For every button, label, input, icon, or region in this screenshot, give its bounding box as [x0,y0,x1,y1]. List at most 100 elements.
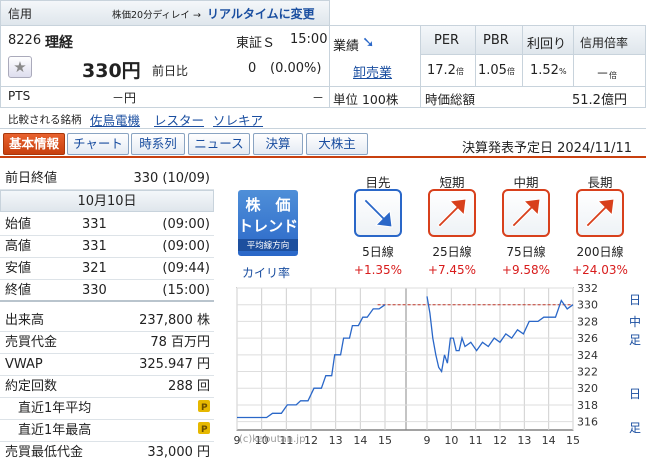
trend-pct-1: +1.35% [353,263,403,277]
y-tick-label: 322 [577,366,598,379]
yield-header: 利回り [527,37,567,52]
chart-side-label: 日 [629,293,641,307]
x-tick-label: 12 [304,434,318,447]
star-icon: ★ [13,58,27,76]
prev-close-label: 前日終値 [5,171,58,186]
min-trade-row: 売買最低代金 33,000 円 [0,442,214,461]
pts-value: －円 [112,91,137,105]
tab-results[interactable]: 決算 [253,133,303,155]
tab-shareholders[interactable]: 大株主 [306,133,368,155]
compare-item-1[interactable]: 佐鳥電機 [90,110,140,129]
sector-link[interactable]: 卸売業 [353,62,392,81]
trend-arrow-box-3[interactable] [502,189,550,237]
change-pct: (0.00%) [270,61,322,76]
y-tick-label: 316 [577,416,598,429]
arrow-up-right-icon [585,198,615,228]
trend-ma-1: 5日線 [362,245,394,259]
trend-arrow-box-1[interactable] [354,189,402,237]
y-tick-label: 328 [577,315,598,328]
stat-row-turnover: 売買代金 78 百万円 [0,332,214,354]
price-time: 15:00 [290,32,328,47]
date-header-row: 10月10日 [0,190,214,212]
compare-label: 比較される銘柄 [8,114,82,126]
margin-value: －倍 [596,67,618,82]
left-table: 前日終値 330 (10/09) 10月10日 始値 331 (09:00) 高… [0,168,215,461]
chart-side-label: 足 [629,421,641,435]
x-tick-label: 15 [566,434,580,447]
delay-text: 株価20分ディレイ → [112,10,201,21]
trend-pct-2: +7.45% [427,263,477,277]
trend-ma-4: 200日線 [576,245,624,259]
realtime-link[interactable]: リアルタイムに変更 [207,5,315,22]
trend-ma-2: 25日線 [432,245,472,259]
ohlc-row-close: 終値 330 (15:00) [0,280,214,302]
ohlc-row-low: 安値 321 (09:44) [0,258,214,280]
unit-label: 単位 100株 [333,92,399,107]
trend-pct-4: +24.03% [572,263,628,277]
favorite-button[interactable]: ★ [8,56,32,78]
chart-side-label: 中 [629,314,641,329]
gyoseki-arrow-icon[interactable]: ➘ [362,33,375,51]
x-tick-label: 10 [444,434,458,447]
compare-item-2[interactable]: レスター [154,110,204,129]
pbr-value: 1.05倍 [478,63,515,78]
market-cap-label: 時価総額 [425,92,476,107]
tab-news[interactable]: ニュース [188,133,250,155]
kairi-label: カイリ率 [242,266,291,280]
arrow-up-right-icon [511,198,541,228]
trend-logo[interactable]: 株 価 トレンド 平均線方向 [238,190,298,256]
y-tick-label: 326 [577,332,598,345]
stock-name: 理経 [45,35,73,51]
chart-side-label: 日 [629,387,641,401]
x-tick-label: 14 [353,434,367,447]
y-tick-label: 320 [577,382,598,395]
x-tick-label: 14 [542,434,556,447]
per-value: 17.2倍 [427,63,464,78]
stock-code: 8226 [8,33,42,48]
y-tick-label: 324 [577,349,598,362]
market-cap-value: 51.2億円 [572,93,627,108]
per-header: PER [434,33,460,48]
premium-lock-icon[interactable] [198,420,210,441]
intraday-chart[interactable]: 9 10 11 12 13 14 15 9 10 11 12 13 14 1531631832032232… [233,282,645,461]
stat-row-trades: 約定回数 288 回 [0,376,214,398]
current-price: 330円 [82,60,141,82]
chart-side-label: 足 [629,333,641,347]
premium-lock-icon[interactable] [198,398,210,419]
prev-close-value: 330 (10/09) [133,171,210,186]
x-tick-label: 11 [469,434,483,447]
trend-arrow-box-2[interactable] [428,189,476,237]
trend-pct-3: +9.58% [501,263,551,277]
tab-basic-info[interactable]: 基本情報 [3,133,65,155]
trend-ma-3: 75日線 [506,245,546,259]
pbr-header: PBR [483,33,509,48]
y-tick-label: 318 [577,399,598,412]
trend-arrow-box-4[interactable] [576,189,624,237]
margin-header: 信用倍率 [580,36,629,50]
yield-value: 1.52% [530,63,567,78]
stat-row-vwap: VWAP 325.947 円 [0,354,214,376]
pts-label: PTS [8,89,31,103]
x-tick-label: 15 [378,434,392,447]
tab-chart[interactable]: チャート [67,133,129,155]
ohlc-row-open: 始値 331 (09:00) [0,214,214,236]
y-tick-label: 330 [577,299,598,312]
pts-row [0,86,330,108]
stat-row-volume: 出来高 237,800 株 [0,310,214,332]
change-value: 0 [248,61,257,76]
x-tick-label: 9 [424,434,431,447]
x-tick-label: 12 [493,434,507,447]
arrow-down-right-icon [363,198,393,228]
pts-change: － [312,91,325,105]
compare-item-3[interactable]: ソレキア [213,110,263,129]
tab-underline [0,156,646,158]
x-tick-label: 13 [517,434,531,447]
chart-watermark: (c)kabutan.jp [239,434,305,445]
change-label: 前日比 [152,64,189,78]
tab-timeseries[interactable]: 時系列 [131,133,185,155]
date-header: 10月10日 [77,194,137,209]
ohlc-row-high: 高値 331 (09:00) [0,236,214,258]
avg-row: 直近1年平均 [0,398,214,420]
kessan-date: 決算発表予定日 2024/11/11 [462,141,633,156]
max-row: 直近1年最高 [0,420,214,442]
